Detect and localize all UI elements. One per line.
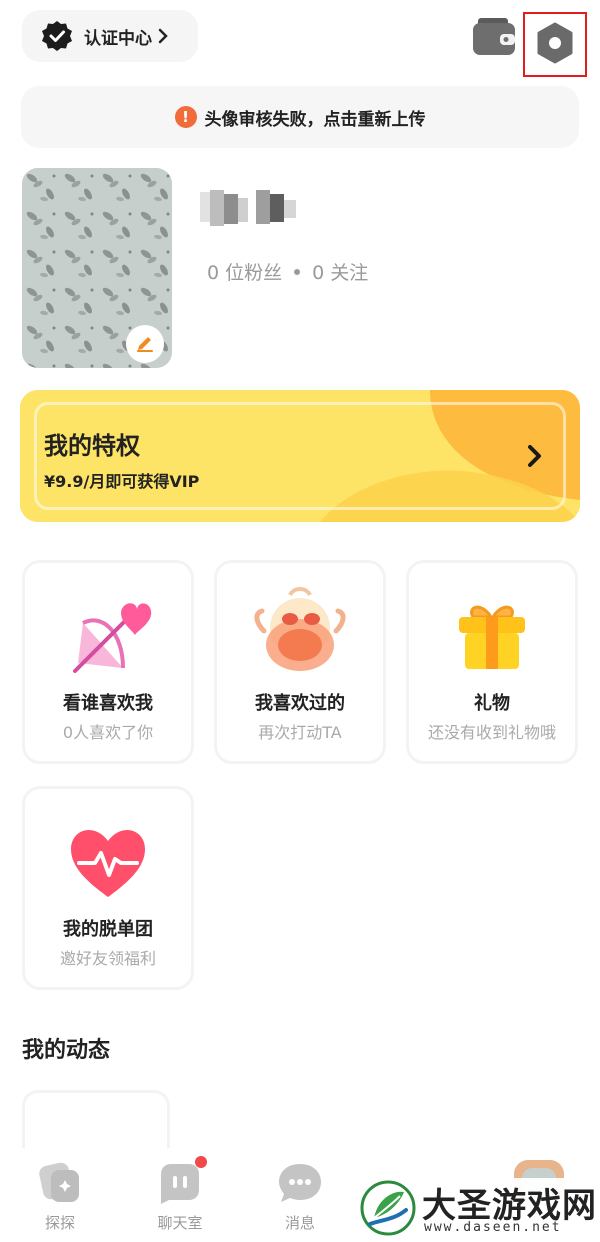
followers-count[interactable]: 0 位粉丝 (207, 258, 282, 285)
tab-label: 消息 (284, 1214, 315, 1232)
feature-subtitle: 还没有收到礼物哦 (427, 723, 556, 742)
feature-subtitle: 再次打动TA (258, 723, 342, 742)
feature-title: 我的脱单团 (63, 919, 153, 940)
check-badge-icon (40, 19, 74, 53)
watermark-url: www.daseen.net (424, 1220, 562, 1235)
tantan-icon (35, 1160, 85, 1206)
feature-subtitle: 邀好友领福利 (59, 949, 156, 968)
tab-label: 探探 (44, 1214, 75, 1232)
following-count[interactable]: 0 关注 (312, 258, 368, 285)
vip-title: 我的特权 (44, 432, 140, 460)
tab-tantan[interactable]: 探探 (20, 1160, 100, 1233)
profile-stats: 0 位粉丝 0 关注 (207, 258, 368, 285)
site-watermark: 大圣游戏网 www.daseen.net (352, 1178, 600, 1242)
vip-subtitle: ¥9.9/月即可获得VIP (44, 472, 200, 491)
tab-chatroom[interactable]: 聊天室 (140, 1156, 220, 1233)
gift-icon (447, 593, 537, 683)
heartbeat-icon (63, 819, 153, 909)
verify-center-button[interactable]: 认证中心 (22, 10, 198, 62)
wallet-icon[interactable] (470, 14, 518, 58)
tab-label: 聊天室 (157, 1214, 203, 1232)
chevron-right-icon (526, 443, 544, 469)
username-blurred (200, 186, 304, 230)
feature-subtitle: 0人喜欢了你 (62, 723, 154, 742)
feature-title: 礼物 (474, 693, 510, 714)
warning-icon: ! (174, 106, 197, 128)
watermark-logo-icon (360, 1180, 416, 1236)
settings-button[interactable] (523, 12, 587, 77)
review-banner-text: 头像审核失败，点击重新上传 (204, 109, 426, 130)
unread-badge (195, 1156, 207, 1168)
who-likes-me-card[interactable]: 看谁喜欢我 0人喜欢了你 (22, 560, 194, 764)
verify-center-label: 认证中心 (84, 28, 152, 49)
mascot-icon (250, 583, 350, 683)
chevron-right-icon (158, 28, 168, 44)
tab-messages[interactable]: 消息 (260, 1160, 340, 1233)
gifts-card[interactable]: 礼物 还没有收到礼物哦 (406, 560, 578, 764)
feature-title: 看谁喜欢我 (63, 693, 153, 714)
separator-dot (294, 268, 301, 275)
edit-avatar-button[interactable] (126, 325, 164, 363)
feature-title: 我喜欢过的 (255, 693, 345, 714)
avatar-review-banner[interactable]: ! 头像审核失败，点击重新上传 (21, 86, 579, 148)
pencil-icon (134, 331, 156, 357)
i-liked-card[interactable]: 我喜欢过的 再次打动TA (214, 560, 386, 764)
chatroom-icon (155, 1156, 207, 1206)
bow-heart-icon (63, 593, 153, 683)
message-icon (275, 1160, 325, 1206)
singles-group-card[interactable]: 我的脱单团 邀好友领福利 (22, 786, 194, 990)
my-moments-title: 我的动态 (22, 1038, 111, 1063)
settings-hex-icon (535, 21, 575, 69)
